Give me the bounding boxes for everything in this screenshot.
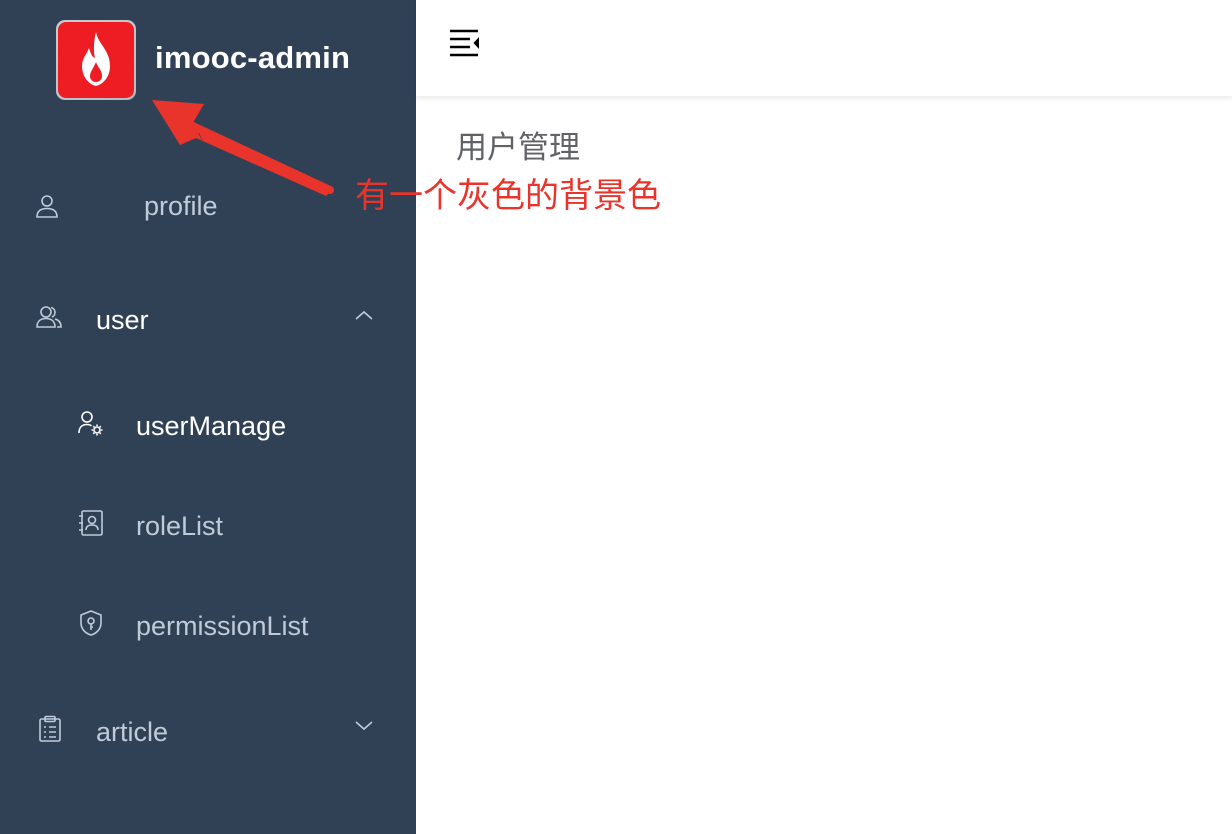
sidebar-item-label: roleList	[136, 511, 224, 541]
page-title: 用户管理	[456, 130, 580, 166]
annotation-text: 有一个灰色的背景色	[355, 176, 661, 216]
permission-shield-icon	[76, 608, 106, 638]
sidebar-item-user-manage[interactable]: userManage	[0, 381, 416, 471]
sidebar-item-label: userManage	[136, 411, 287, 441]
navbar	[416, 0, 1232, 97]
role-list-icon	[76, 508, 106, 538]
sidebar-item-role-list[interactable]: roleList	[0, 481, 416, 571]
sidebar-item-label: permissionList	[136, 611, 309, 641]
sidebar-item-permission-list[interactable]: permissionList	[0, 581, 416, 671]
clipboard-icon	[35, 714, 65, 744]
users-icon	[34, 302, 64, 332]
logo-title: imooc-admin	[155, 40, 351, 75]
sidebar-item-label: article	[96, 717, 169, 747]
menu-fold-icon[interactable]	[448, 26, 482, 60]
sidebar-item-user[interactable]: user	[0, 275, 416, 365]
logo-background	[56, 20, 136, 100]
sidebar-item-article[interactable]: article	[0, 687, 416, 777]
chevron-up-icon	[353, 308, 375, 322]
user-manage-icon	[76, 408, 106, 438]
flame-icon	[82, 32, 110, 86]
sidebar-item-label: user	[96, 305, 149, 335]
chevron-down-icon	[353, 719, 375, 733]
sidebar-item-profile[interactable]: profile	[0, 163, 416, 253]
app-root: imooc-admin profile user userManage role…	[0, 0, 1232, 834]
sidebar: imooc-admin profile user userManage role…	[0, 0, 416, 834]
user-icon	[32, 191, 62, 221]
sidebar-item-label: profile	[144, 191, 218, 221]
logo[interactable]	[56, 20, 136, 100]
logo-tile	[58, 22, 134, 98]
